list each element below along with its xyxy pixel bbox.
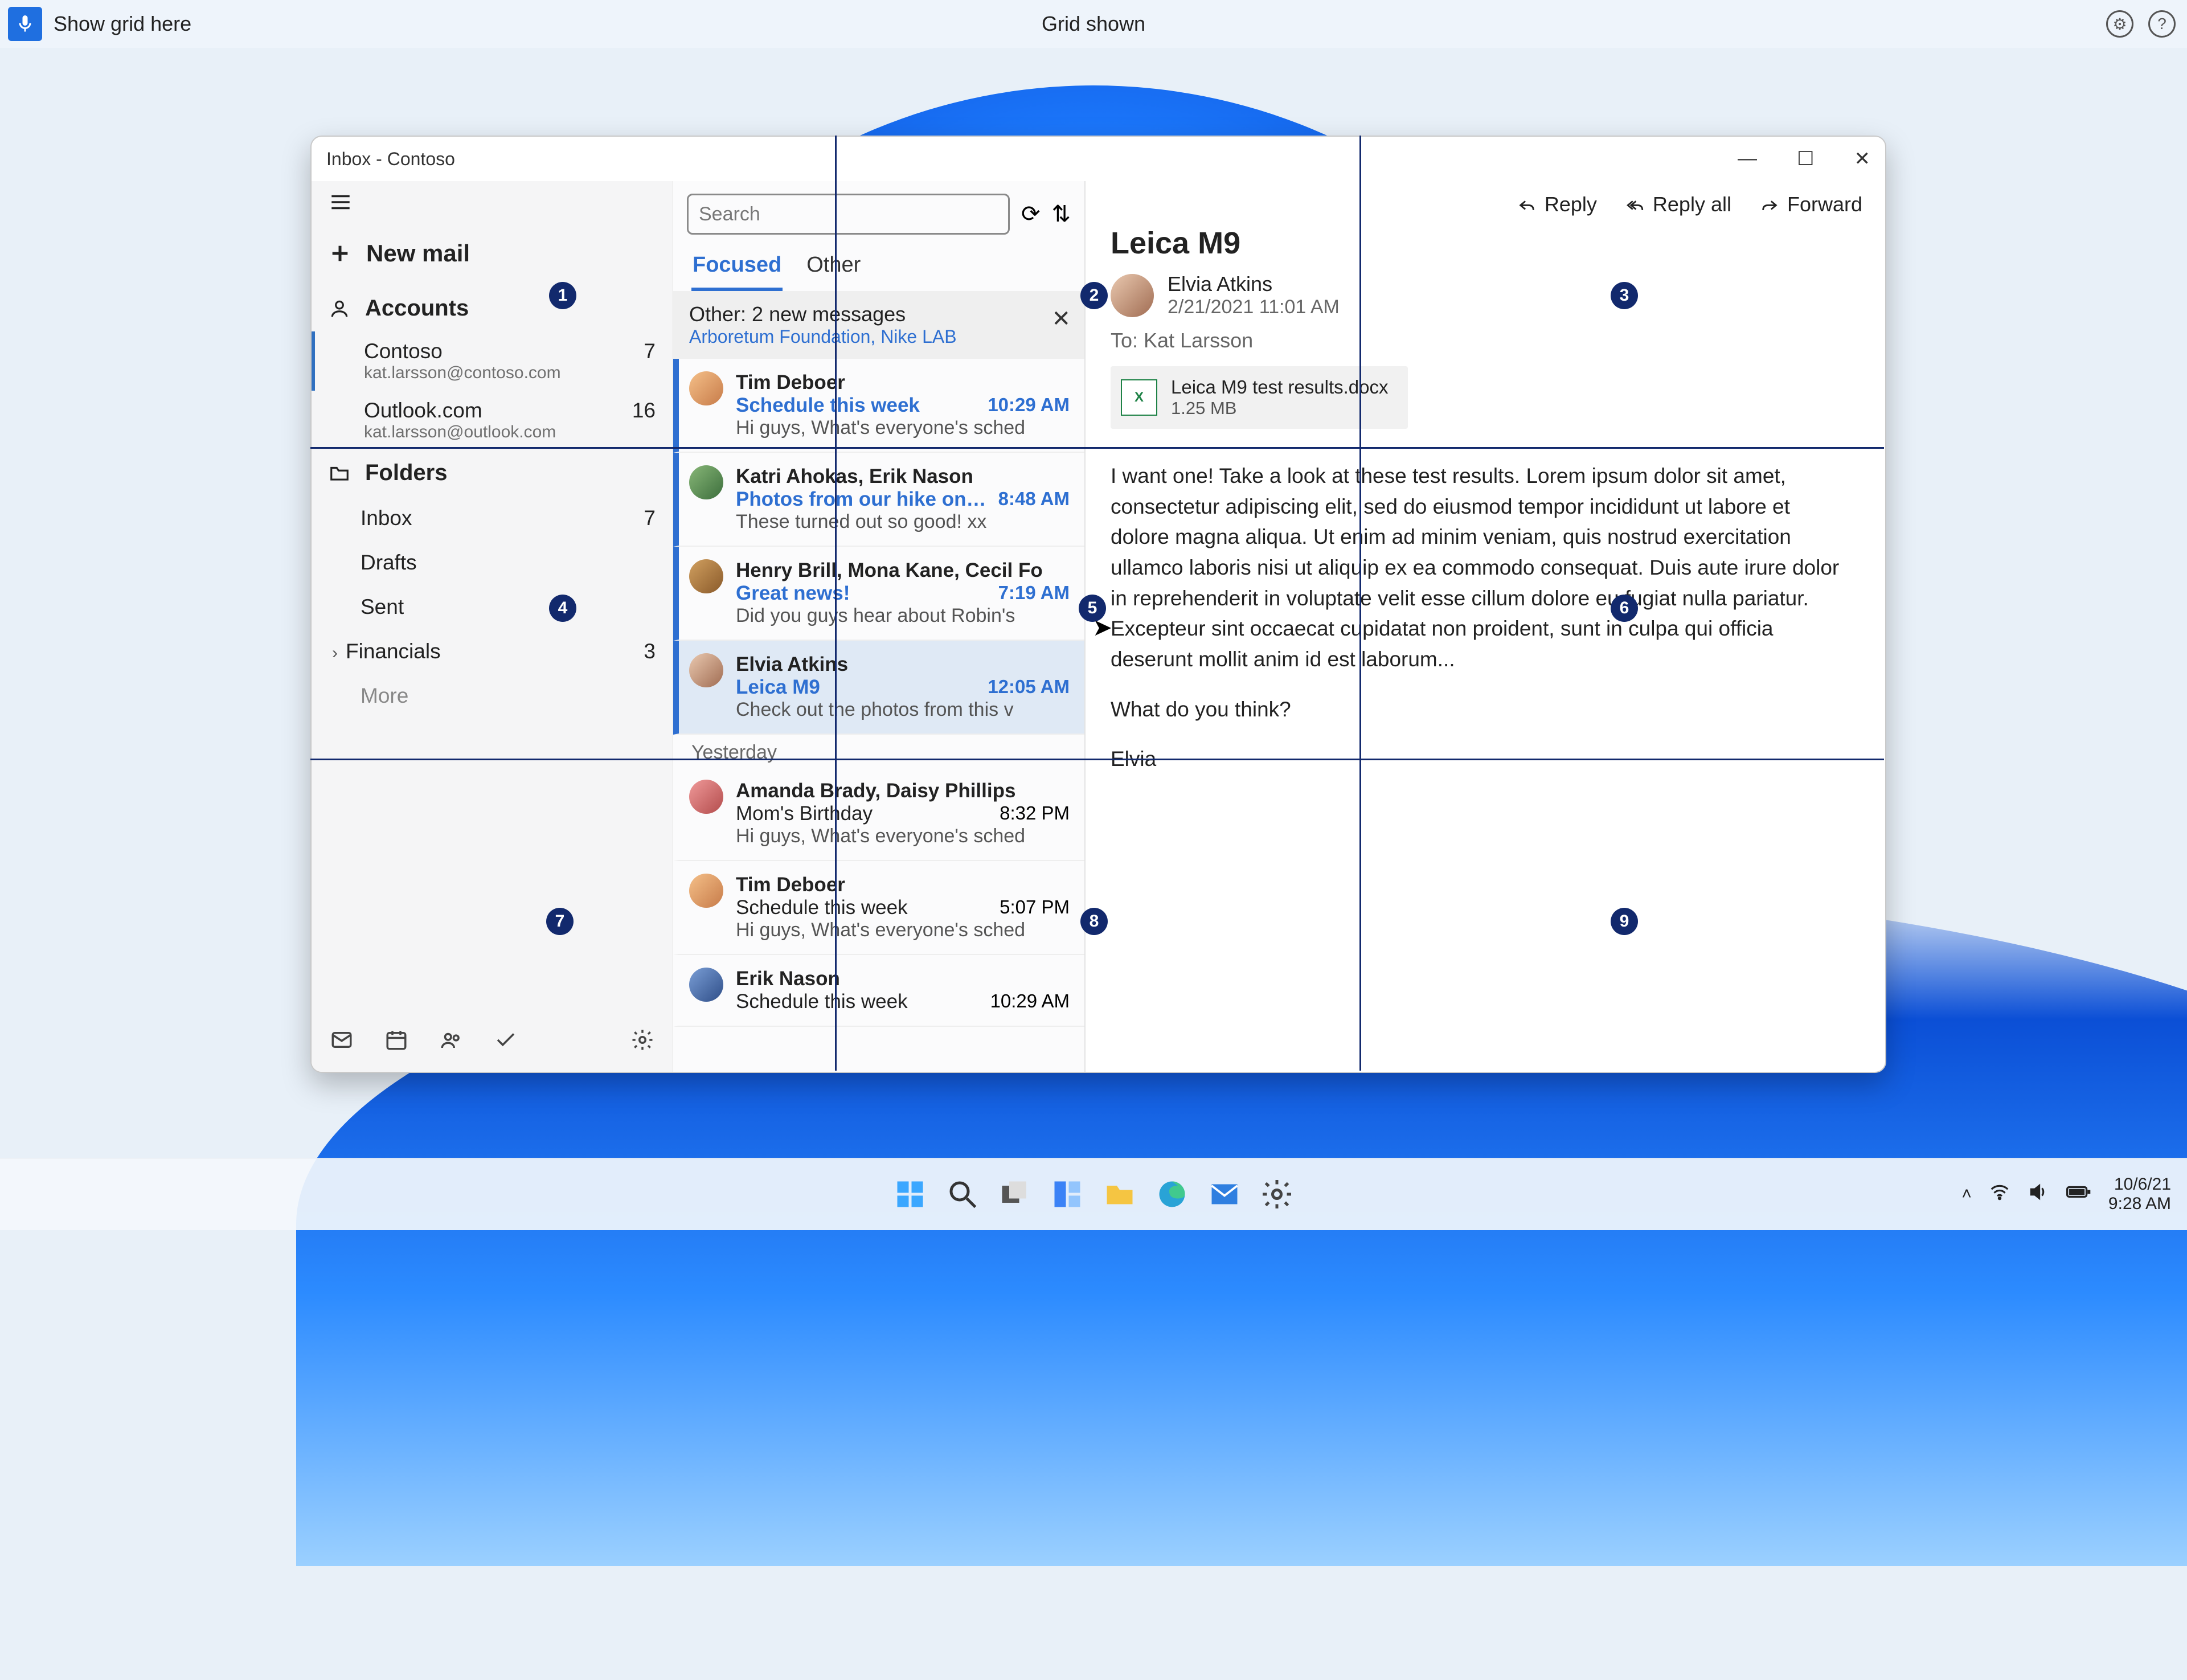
- day-header: Yesterday: [673, 735, 1084, 767]
- mail-icon[interactable]: [330, 1028, 354, 1057]
- avatar: [689, 653, 723, 687]
- widgets-button[interactable]: [1046, 1173, 1089, 1216]
- search-button[interactable]: [941, 1173, 984, 1216]
- other-banner[interactable]: Other: 2 new messages Arboretum Foundati…: [673, 291, 1084, 359]
- avatar: [689, 968, 723, 1002]
- wifi-icon[interactable]: [1989, 1181, 2010, 1207]
- attachment[interactable]: X Leica M9 test results.docx 1.25 MB: [1111, 366, 1408, 429]
- close-button[interactable]: ✕: [1854, 147, 1871, 170]
- avatar: [689, 780, 723, 814]
- search-input[interactable]: Search: [687, 194, 1010, 235]
- forward-button[interactable]: Forward: [1760, 192, 1862, 216]
- new-mail-button[interactable]: New mail: [312, 228, 673, 285]
- folder-drafts[interactable]: Drafts: [312, 540, 673, 585]
- sync-icon[interactable]: ⟳: [1021, 201, 1041, 227]
- calendar-icon[interactable]: [384, 1028, 408, 1057]
- folder-inbox[interactable]: Inbox7: [312, 496, 673, 540]
- edge-button[interactable]: [1150, 1173, 1194, 1216]
- folder-sent[interactable]: Sent: [312, 585, 673, 629]
- hamburger-button[interactable]: [312, 181, 673, 228]
- gear-icon[interactable]: ⚙: [2106, 10, 2133, 38]
- battery-icon[interactable]: [2066, 1181, 2091, 1207]
- settings-app-button[interactable]: [1255, 1173, 1299, 1216]
- start-button[interactable]: [888, 1173, 932, 1216]
- title-bar[interactable]: Inbox - Contoso — ☐ ✕: [312, 137, 1885, 181]
- message-body: I want one! Take a look at these test re…: [1111, 461, 1845, 775]
- message-date: 2/21/2021 11:01 AM: [1168, 296, 1340, 318]
- message-list-pane: Search ⟳ ⇅ Focused Other Other: 2 new me…: [673, 181, 1086, 1072]
- sender-avatar: [1111, 274, 1154, 317]
- message-item[interactable]: Elvia Atkins Leica M912:05 AM Check out …: [673, 641, 1084, 735]
- message-item[interactable]: Katri Ahokas, Erik Nason Photos from our…: [673, 453, 1084, 547]
- tab-other[interactable]: Other: [805, 247, 862, 291]
- voice-status-text: Grid shown: [1042, 12, 1145, 36]
- reply-all-button[interactable]: Reply all: [1625, 192, 1731, 216]
- excel-icon: X: [1121, 379, 1157, 416]
- system-tray[interactable]: ˄ 10/6/21 9:28 AM: [1961, 1175, 2171, 1214]
- avatar: [689, 371, 723, 405]
- settings-icon[interactable]: [630, 1028, 654, 1057]
- file-explorer-button[interactable]: [1098, 1173, 1141, 1216]
- tab-focused[interactable]: Focused: [691, 247, 783, 291]
- sender-name: Elvia Atkins: [1168, 272, 1340, 296]
- accounts-header[interactable]: Accounts: [312, 285, 673, 331]
- task-view-button[interactable]: [993, 1173, 1037, 1216]
- account-contoso[interactable]: Contoso7 kat.larsson@contoso.com: [312, 331, 673, 391]
- message-subject: Leica M9: [1111, 226, 1860, 261]
- mic-icon[interactable]: [8, 7, 42, 41]
- message-item[interactable]: Henry Brill, Mona Kane, Cecil Fo Great n…: [673, 547, 1084, 641]
- window-title: Inbox - Contoso: [326, 149, 455, 170]
- minimize-button[interactable]: —: [1738, 147, 1757, 170]
- tray-overflow-icon[interactable]: ˄: [1961, 1185, 1972, 1204]
- message-item[interactable]: Erik Nason Schedule this week10:29 AM: [673, 955, 1084, 1027]
- mail-app-button[interactable]: [1203, 1173, 1246, 1216]
- chevron-right-icon: ›: [332, 644, 338, 662]
- help-icon[interactable]: ?: [2148, 10, 2176, 38]
- reply-button[interactable]: Reply: [1517, 192, 1597, 216]
- nav-bottom-bar: [312, 1013, 673, 1072]
- voice-command-text: Show grid here: [54, 12, 191, 36]
- close-icon[interactable]: ✕: [1051, 306, 1071, 332]
- account-outlook[interactable]: Outlook.com16 kat.larsson@outlook.com: [312, 391, 673, 450]
- avatar: [689, 559, 723, 593]
- message-item[interactable]: Tim Deboer Schedule this week5:07 PM Hi …: [673, 861, 1084, 955]
- reading-pane: Reply Reply all Forward Leica M9 Elvia A…: [1086, 181, 1885, 1072]
- avatar: [689, 465, 723, 499]
- nav-pane: New mail Accounts Contoso7 kat.larsson@c…: [312, 181, 673, 1072]
- folders-more[interactable]: More: [312, 674, 673, 718]
- message-item[interactable]: Tim Deboer Schedule this week10:29 AM Hi…: [673, 359, 1084, 453]
- volume-icon[interactable]: [2028, 1181, 2049, 1207]
- mail-window: Inbox - Contoso — ☐ ✕ New mail Accounts …: [310, 136, 1886, 1073]
- avatar: [689, 874, 723, 908]
- message-item[interactable]: Amanda Brady, Daisy Phillips Mom's Birth…: [673, 767, 1084, 861]
- people-icon[interactable]: [439, 1028, 463, 1057]
- inbox-tabs: Focused Other: [673, 247, 1084, 291]
- clock[interactable]: 10/6/21 9:28 AM: [2108, 1175, 2171, 1214]
- voice-access-bar: Show grid here Grid shown ⚙ ?: [0, 0, 2187, 48]
- maximize-button[interactable]: ☐: [1797, 147, 1814, 170]
- taskbar[interactable]: ˄ 10/6/21 9:28 AM: [0, 1158, 2187, 1230]
- todo-icon[interactable]: [494, 1028, 518, 1057]
- folder-financials[interactable]: ›Financials3: [312, 629, 673, 674]
- to-row: To: Kat Larsson: [1111, 329, 1860, 353]
- folders-header[interactable]: Folders: [312, 450, 673, 496]
- filter-icon[interactable]: ⇅: [1051, 201, 1071, 227]
